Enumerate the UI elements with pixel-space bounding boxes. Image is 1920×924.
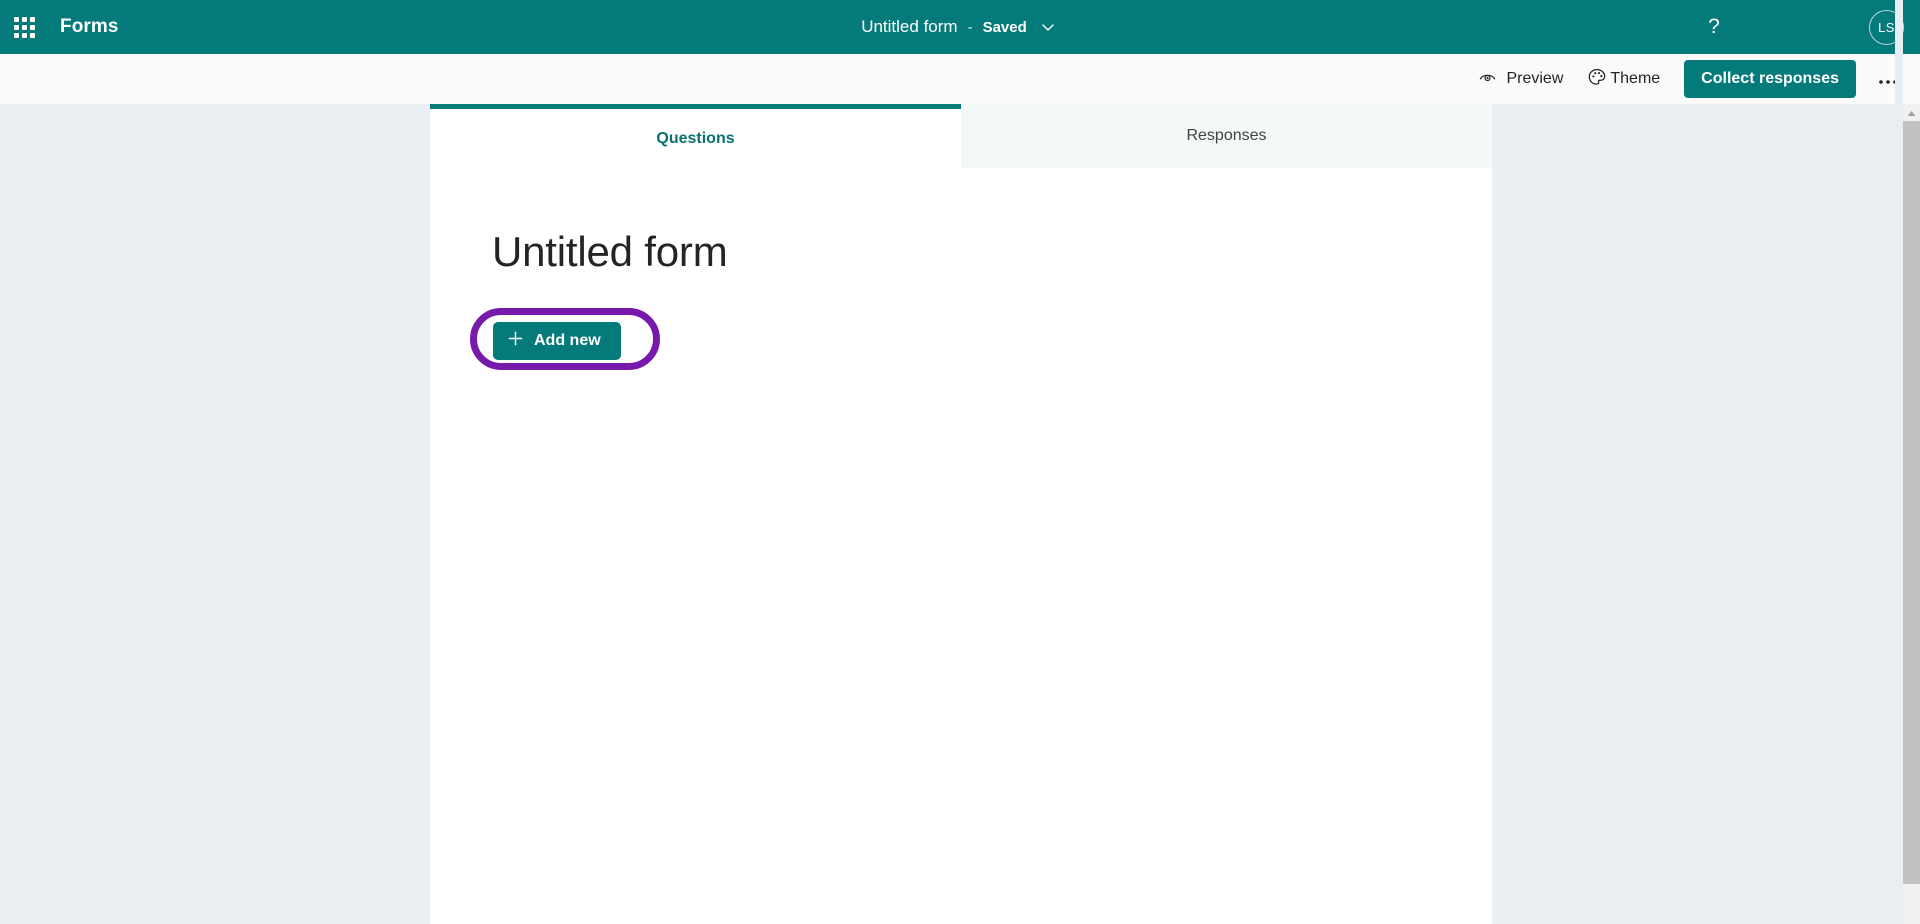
eye-icon (1478, 67, 1497, 91)
add-new-highlight-zone: Add new (470, 308, 670, 372)
form-panel: Questions Responses Untitled form Add ne… (430, 104, 1492, 924)
save-status: Saved (982, 18, 1027, 36)
editor-canvas: Questions Responses Untitled form Add ne… (0, 104, 1920, 924)
help-button[interactable]: ? (1694, 7, 1734, 47)
vertical-scrollbar[interactable] (1903, 104, 1920, 924)
tab-responses[interactable]: Responses (961, 104, 1492, 168)
plus-icon (507, 330, 524, 352)
form-body: Untitled form Add new (430, 168, 1492, 372)
question-mark-icon: ? (1708, 15, 1720, 38)
app-header: Forms Untitled form - Saved ? LS (0, 0, 1920, 54)
chevron-down-icon[interactable] (1037, 16, 1059, 38)
header-actions: ? LS (1694, 0, 1920, 54)
document-title[interactable]: Untitled form (861, 17, 957, 37)
theme-button[interactable]: Theme (1577, 62, 1670, 96)
scrollbar-thumb[interactable] (1903, 121, 1920, 884)
collect-responses-button[interactable]: Collect responses (1684, 60, 1856, 98)
title-separator: - (967, 18, 973, 36)
app-launcher-button[interactable] (0, 0, 48, 54)
document-title-area: Untitled form - Saved (0, 0, 1920, 54)
tab-responses-label: Responses (1186, 127, 1267, 144)
scroll-up-button[interactable] (1903, 104, 1920, 121)
add-new-button[interactable]: Add new (493, 322, 621, 360)
preview-button[interactable]: Preview (1468, 62, 1573, 96)
preview-label: Preview (1506, 70, 1564, 87)
waffle-grid-icon (13, 16, 35, 38)
add-new-label: Add new (534, 332, 601, 349)
palette-icon (1587, 67, 1607, 92)
theme-label: Theme (1610, 70, 1661, 87)
form-title[interactable]: Untitled form (430, 168, 1492, 276)
form-tabs: Questions Responses (430, 104, 1492, 168)
scrollbar-gutter (1895, 0, 1903, 820)
tab-questions-label: Questions (656, 129, 735, 147)
tab-questions[interactable]: Questions (430, 104, 961, 168)
avatar-initials: LS (1878, 19, 1895, 35)
caret-up-icon (1907, 104, 1916, 122)
app-name: Forms (60, 16, 119, 37)
command-toolbar: Preview Theme Collect responses (0, 54, 1920, 104)
